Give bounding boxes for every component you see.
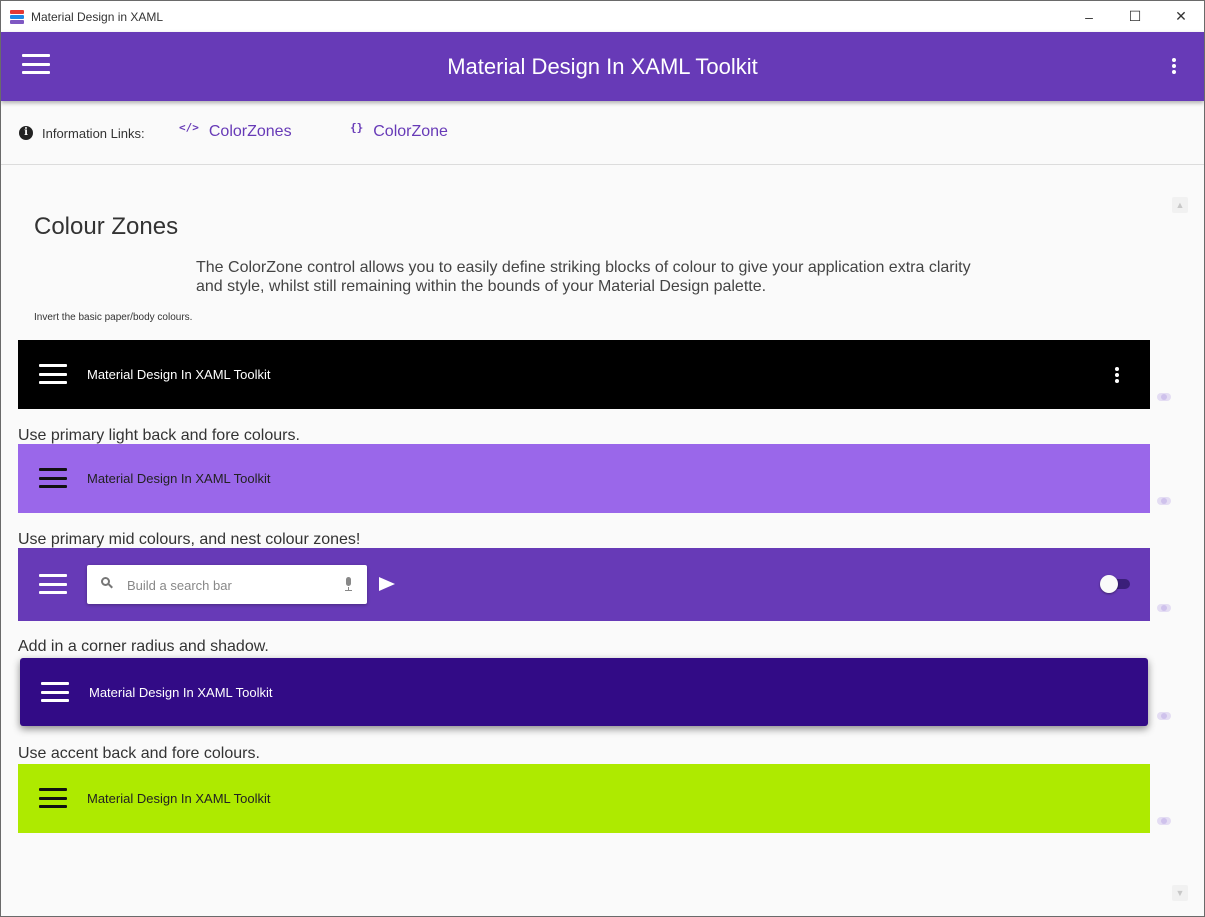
more-vert-icon[interactable] — [1171, 58, 1177, 74]
page-description: The ColorZone control allows you to easi… — [196, 259, 971, 295]
view-code-toggle[interactable] — [1157, 497, 1171, 505]
app-toolbar: Material Design In XAML Toolkit — [1, 32, 1204, 101]
zone-title: Material Design In XAML Toolkit — [87, 367, 271, 382]
page-title: Colour Zones — [34, 213, 179, 240]
view-code-toggle[interactable] — [1157, 712, 1171, 720]
close-button[interactable]: ✕ — [1158, 1, 1204, 32]
primary-dark-caption: Add in a corner radius and shadow. — [18, 638, 269, 655]
information-links-bar: i Information Links: </> ColorZones {} C… — [1, 101, 1204, 165]
window-controls: – ☐ ✕ — [1066, 1, 1204, 32]
accent-caption: Use accent back and fore colours. — [18, 745, 260, 762]
window-title: Material Design in XAML — [31, 9, 164, 24]
link-label: ColorZones — [208, 123, 292, 140]
window-titlebar: Material Design in XAML – ☐ ✕ — [1, 1, 1204, 32]
search-input[interactable] — [127, 575, 327, 595]
colorzone-inverted: Material Design In XAML Toolkit — [18, 340, 1150, 409]
send-icon[interactable] — [379, 577, 395, 591]
app-title: Material Design In XAML Toolkit — [447, 54, 758, 79]
colorzone-primary-mid — [18, 548, 1150, 621]
hamburger-menu-icon[interactable] — [39, 574, 67, 594]
toggle-switch[interactable] — [1100, 575, 1132, 593]
scroll-up-arrow-icon[interactable]: ▲ — [1172, 197, 1188, 213]
microphone-icon[interactable] — [343, 577, 353, 592]
info-icon: i — [19, 126, 33, 140]
search-bar — [87, 565, 367, 604]
maximize-button[interactable]: ☐ — [1112, 1, 1158, 32]
link-colorzone-docs[interactable]: {} ColorZone — [350, 121, 448, 141]
view-code-toggle[interactable] — [1157, 817, 1171, 825]
link-label: ColorZone — [373, 123, 448, 140]
app-logo-icon — [9, 9, 25, 25]
view-code-toggle[interactable] — [1157, 604, 1171, 612]
hamburger-menu-icon[interactable] — [39, 788, 67, 808]
braces-icon: {} — [350, 121, 364, 134]
code-icon: </> — [179, 121, 199, 134]
hamburger-menu-icon[interactable] — [39, 364, 67, 384]
zone-title: Material Design In XAML Toolkit — [87, 471, 271, 486]
app-window: Material Design in XAML – ☐ ✕ Material D… — [0, 0, 1205, 917]
primary-mid-caption: Use primary mid colours, and nest colour… — [18, 531, 361, 548]
colorzone-primary-dark: Material Design In XAML Toolkit — [20, 658, 1148, 726]
zone-title: Material Design In XAML Toolkit — [87, 791, 271, 806]
colorzone-accent: Material Design In XAML Toolkit — [18, 764, 1150, 833]
search-icon — [101, 577, 113, 589]
invert-caption: Invert the basic paper/body colours. — [34, 312, 193, 323]
hamburger-menu-icon[interactable] — [39, 468, 67, 488]
minimize-button[interactable]: – — [1066, 1, 1112, 32]
scroll-down-arrow-icon[interactable]: ▼ — [1172, 885, 1188, 901]
colorzone-primary-light: Material Design In XAML Toolkit — [18, 444, 1150, 513]
hamburger-menu-icon[interactable] — [41, 682, 69, 702]
view-code-toggle[interactable] — [1157, 393, 1171, 401]
primary-light-caption: Use primary light back and fore colours. — [18, 427, 300, 444]
information-links-label: Information Links: — [42, 126, 145, 141]
zone-title: Material Design In XAML Toolkit — [89, 685, 273, 700]
more-vert-icon[interactable] — [1114, 367, 1120, 383]
link-colorzones-source[interactable]: </> ColorZones — [179, 121, 292, 141]
